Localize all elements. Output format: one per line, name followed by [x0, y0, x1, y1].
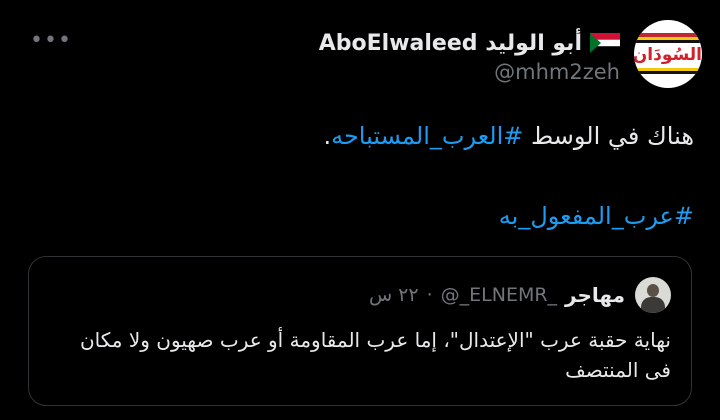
quoted-timestamp[interactable]: ٢٢ س	[369, 284, 419, 306]
sudan-flag-icon	[590, 33, 620, 53]
quoted-text: نهاية حقبة عرب "الإعتدال"، إما عرب المقا…	[79, 328, 671, 382]
quoted-avatar-body	[641, 297, 665, 313]
tweet-text: هناك في الوسط	[523, 122, 694, 150]
separator-dot: ·	[426, 284, 433, 306]
quoted-avatar-head	[647, 284, 659, 297]
tweet-text-end: .	[323, 122, 332, 150]
quoted-name[interactable]: مهاجر	[565, 283, 625, 307]
avatar-stripe-black	[634, 40, 702, 43]
quoted-avatar[interactable]	[635, 277, 671, 313]
quoted-tweet[interactable]: مهاجر @_ELNEMR_ · ٢٢ س نهاية حقبة عرب "ا…	[28, 256, 692, 406]
author-display-name[interactable]: AboElwaleed أبو الوليد	[319, 31, 582, 56]
tweet[interactable]: السُودَان AboElwaleed أبو الوليد @mhm2ze…	[0, 0, 720, 420]
author-avatar[interactable]: السُودَان	[634, 20, 702, 88]
author-name-row[interactable]: AboElwaleed أبو الوليد	[319, 28, 620, 58]
avatar-logo-text: السُودَان	[634, 45, 702, 65]
more-options-icon[interactable]: •••	[30, 28, 72, 53]
tweet-text-line2: #عرب_المفعول_به	[499, 202, 694, 230]
hashtag-link[interactable]: #عرب_المفعول_به	[499, 202, 694, 230]
quoted-header: مهاجر @_ELNEMR_ · ٢٢ س	[369, 283, 625, 307]
avatar-stripe-black-bottom	[634, 71, 702, 74]
quoted-handle[interactable]: @_ELNEMR_	[441, 284, 557, 306]
hashtag-link[interactable]: #العرب_المستباحه	[331, 122, 523, 150]
author-handle[interactable]: @mhm2zeh	[494, 60, 620, 84]
tweet-text-line1: هناك في الوسط #العرب_المستباحه.	[323, 122, 694, 150]
